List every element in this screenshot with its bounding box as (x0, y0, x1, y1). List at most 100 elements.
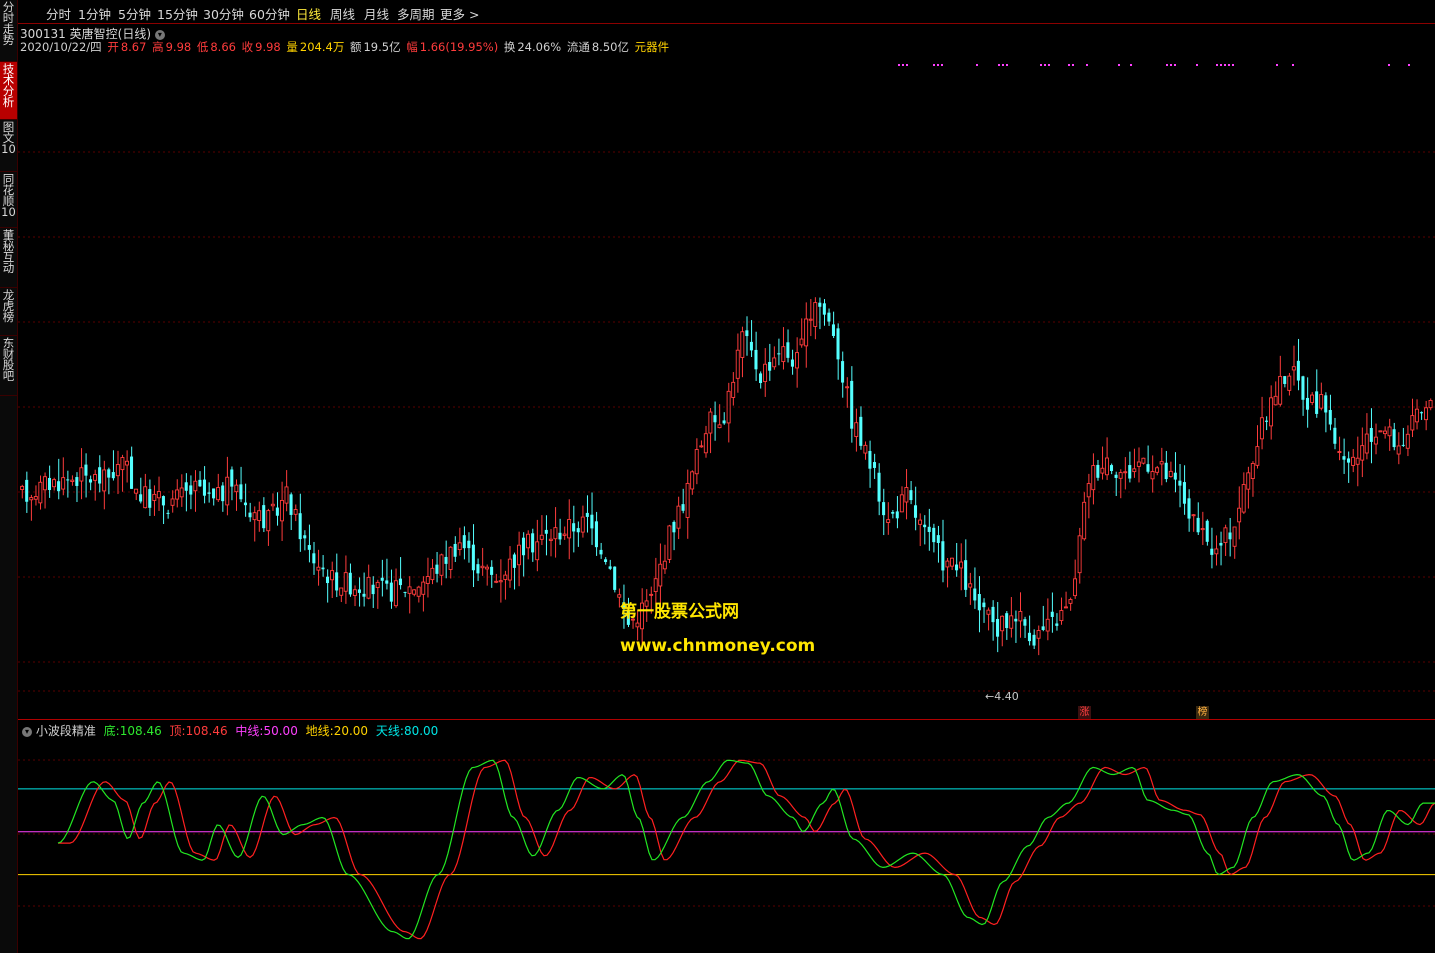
candle-body (312, 553, 316, 564)
sidebar-tab-4[interactable]: 董秘互动 (0, 228, 17, 288)
period-tab-1[interactable]: 1分钟 (78, 4, 111, 23)
candle-body (303, 535, 307, 539)
event-dot (1130, 64, 1132, 66)
candle-body (1146, 464, 1150, 472)
candle-body (243, 502, 248, 506)
candle-body (1104, 457, 1109, 476)
event-dot (902, 64, 904, 66)
candle-body (47, 477, 52, 491)
candle-body (672, 521, 676, 533)
candle-body (813, 302, 818, 327)
period-tab-10[interactable]: 更多 > (440, 4, 479, 23)
candle-body (1401, 444, 1405, 446)
candle-body (982, 602, 986, 608)
candle-body (52, 479, 57, 488)
quote-date: 2020/10/22/四 (20, 40, 102, 54)
candle-body (262, 505, 266, 529)
sidebar-tab-0[interactable]: 分时走势 (0, 0, 17, 62)
candle-body (270, 503, 275, 507)
indicator-chart[interactable] (18, 738, 1435, 953)
period-tab-6[interactable]: 日线 (296, 4, 321, 23)
period-tab-0[interactable]: 分时 (46, 4, 71, 23)
candle-body (33, 496, 38, 500)
quote-sector[interactable]: 元器件 (635, 40, 670, 54)
candle-body (293, 509, 298, 515)
candle-body (1187, 498, 1191, 519)
sidebar-tab-5[interactable]: 龙虎榜 (0, 288, 17, 336)
chevron-down-icon[interactable]: ▾ (22, 726, 32, 737)
period-tab-3[interactable]: 15分钟 (157, 4, 198, 23)
candle-body (225, 476, 230, 506)
period-tab-2[interactable]: 5分钟 (118, 4, 151, 23)
candle-body (416, 586, 421, 597)
candle-body (1223, 527, 1228, 544)
candle-body (1128, 465, 1132, 479)
candle-body (1191, 514, 1196, 517)
event-dot (1232, 64, 1234, 66)
quote-low-label: 低 (196, 40, 209, 54)
candle-body (604, 559, 608, 562)
period-tab-9[interactable]: 多周期 (397, 4, 435, 23)
indicator-top-label: 顶: (169, 724, 186, 738)
candle-body (1241, 484, 1246, 513)
sidebar-tab-3[interactable]: 同花顺10 (0, 172, 17, 228)
candle-body (330, 570, 335, 581)
candle-body (357, 589, 361, 593)
sidebar-tab-6[interactable]: 东财股吧 (0, 336, 17, 396)
candle-body (66, 479, 70, 481)
candle-body (991, 606, 995, 623)
candle-body (808, 318, 813, 321)
candle-body (234, 484, 239, 493)
candle-body (316, 566, 321, 571)
candle-body (444, 556, 448, 564)
candle-body (731, 381, 736, 398)
period-tab-7[interactable]: 周线 (330, 4, 355, 23)
event-dot (1224, 64, 1226, 66)
top-line (58, 759, 1435, 940)
candle-body (722, 420, 726, 424)
sidebar-tab-1[interactable]: 技术分析 (0, 62, 17, 120)
candle-body (42, 476, 47, 491)
candle-body (362, 593, 366, 597)
quote-change-label: 幅 (406, 40, 418, 54)
panel-divider[interactable] (18, 719, 1435, 720)
candle-body (526, 533, 531, 549)
candle-body (1164, 462, 1168, 480)
candle-body (1373, 436, 1378, 445)
candle-body (1136, 461, 1141, 467)
candle-body (57, 481, 61, 492)
candle-body (202, 479, 206, 496)
candle-body (1155, 467, 1160, 473)
period-tab-4[interactable]: 30分钟 (203, 4, 244, 23)
period-tab-8[interactable]: 月线 (364, 4, 389, 23)
candle-body (1077, 535, 1082, 574)
candle-body (735, 349, 740, 379)
candle-body (548, 538, 553, 541)
candle-body (457, 542, 462, 551)
candle-body (831, 324, 835, 336)
period-tab-5[interactable]: 60分钟 (249, 4, 290, 23)
candle-body (1428, 400, 1433, 409)
low-price-marker: ←4.40 (985, 690, 1019, 703)
limit-up-badge[interactable]: 涨 (1078, 706, 1091, 719)
candle-body (207, 492, 211, 494)
candle-body (713, 415, 717, 423)
candle-body (425, 576, 430, 584)
candle-body (1342, 456, 1346, 460)
quote-high-label: 高 (152, 40, 164, 54)
sidebar-tab-2[interactable]: 图文10 (0, 120, 17, 172)
candle-body (745, 330, 749, 337)
candle-body (968, 583, 973, 588)
candle-body (289, 494, 293, 515)
candle-body (923, 524, 927, 528)
chevron-down-icon[interactable]: ▾ (154, 29, 165, 40)
candle-body (1333, 427, 1337, 444)
event-dot (937, 64, 939, 66)
period-bar: 分时 1分钟 5分钟 15分钟 30分钟 60分钟 日线 周线 月线 多周期 更多 > (18, 0, 1435, 24)
indicator-ground-label: 地线: (305, 724, 334, 738)
dragon-tiger-badge[interactable]: 榜 (1196, 706, 1209, 719)
candle-body (1237, 507, 1242, 523)
candle-body (959, 561, 964, 569)
indicator-name[interactable]: 小波段精准 (36, 724, 96, 738)
candle-body (996, 618, 1000, 637)
